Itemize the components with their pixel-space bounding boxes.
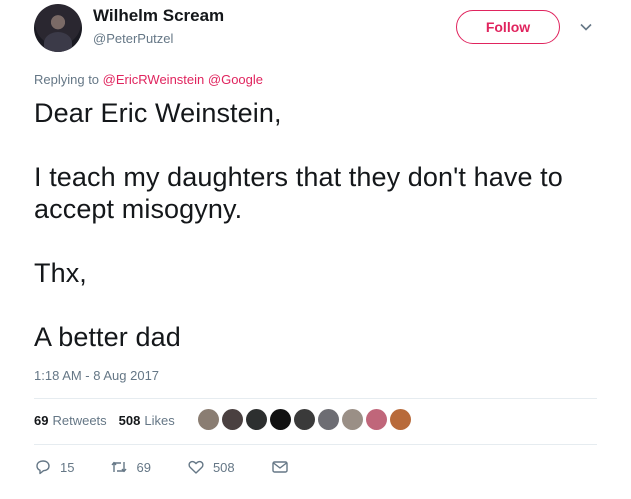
likes-count: 508 [118, 413, 141, 428]
author-avatar[interactable] [34, 4, 82, 52]
tweet-line: Thx, [34, 258, 87, 288]
liker-avatar[interactable] [390, 409, 411, 430]
tweet-stats: 69 Retweets 508 Likes [34, 413, 175, 428]
retweet-count: 69 [136, 459, 151, 475]
author-handle[interactable]: @PeterPutzel [93, 31, 173, 46]
follow-button[interactable]: Follow [456, 10, 560, 44]
chevron-down-icon[interactable] [579, 20, 593, 34]
liker-avatar[interactable] [222, 409, 243, 430]
like-count: 508 [212, 459, 235, 475]
reply-icon [36, 460, 50, 475]
tweet-text: Dear Eric Weinstein, I teach my daughter… [34, 97, 604, 353]
likes-label: Likes [144, 413, 175, 428]
liker-avatar[interactable] [318, 409, 339, 430]
retweets-stat[interactable]: 69 Retweets [34, 413, 107, 428]
liker-avatar[interactable] [198, 409, 219, 430]
replying-to: Replying to @EricRWeinstein @Google [34, 72, 263, 87]
liker-avatar[interactable] [342, 409, 363, 430]
retweets-count: 69 [34, 413, 49, 428]
mention-link[interactable]: @EricRWeinstein [103, 72, 205, 87]
divider [34, 398, 597, 399]
reply-action[interactable]: 15 [34, 458, 74, 476]
tweet-actions: 15 69 508 [34, 458, 289, 476]
replying-to-label: Replying to [34, 72, 100, 87]
tweet-timestamp[interactable]: 1:18 AM - 8 Aug 2017 [34, 368, 159, 383]
tweet-line: A better dad [34, 322, 181, 352]
liker-avatar[interactable] [294, 409, 315, 430]
liker-avatar[interactable] [366, 409, 387, 430]
author-name[interactable]: Wilhelm Scream [93, 6, 224, 26]
divider [34, 444, 597, 445]
liker-avatar[interactable] [270, 409, 291, 430]
mention-link[interactable]: @Google [208, 72, 263, 87]
reply-count: 15 [60, 459, 75, 475]
likes-stat[interactable]: 508 Likes [119, 413, 175, 428]
tweet-line: I teach my daughters that they don't hav… [34, 162, 563, 224]
envelope-icon [271, 461, 288, 473]
like-action[interactable]: 508 [187, 458, 235, 476]
retweet-icon [111, 461, 128, 473]
tweet-line: Dear Eric Weinstein, [34, 98, 282, 128]
liker-avatar[interactable] [246, 409, 267, 430]
direct-message-action[interactable] [271, 458, 289, 476]
retweet-action[interactable]: 69 [110, 458, 151, 476]
likers-avatars [198, 409, 411, 430]
heart-icon [188, 460, 204, 474]
retweets-label: Retweets [52, 413, 107, 428]
